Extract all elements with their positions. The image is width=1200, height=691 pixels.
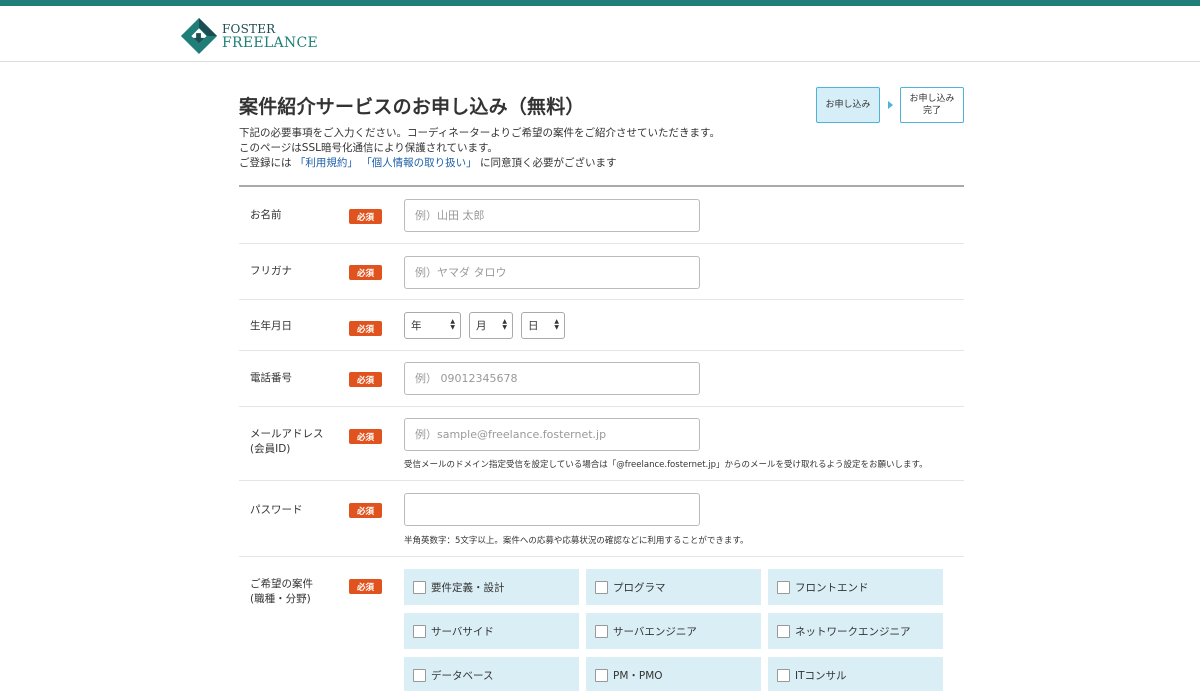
- intro-text: 下記の必要事項をご入力ください。コーディネーターよりご希望の案件をご紹介させてい…: [239, 126, 720, 171]
- checkbox-icon[interactable]: [777, 624, 790, 638]
- step-complete-label-2: 完了: [922, 106, 941, 116]
- required-badge: 必須: [349, 503, 382, 518]
- logo-text-bottom: FREELANCE: [222, 34, 318, 51]
- phone-input[interactable]: [404, 362, 700, 395]
- job-checkbox-grid: 要件定義・設計 プログラマ フロントエンド サーバサイド サーバエンジニア ネッ…: [404, 569, 943, 691]
- required-badge: 必須: [349, 579, 382, 594]
- privacy-link[interactable]: 「個人情報の取り扱い」: [361, 157, 477, 169]
- email-label-line-1: メールアドレス: [250, 428, 324, 440]
- required-badge: 必須: [349, 265, 382, 280]
- required-badge: 必須: [349, 209, 382, 224]
- birth-month-select[interactable]: 月 ▲ ▼: [469, 312, 513, 339]
- email-label: メールアドレス (会員ID): [250, 427, 324, 457]
- password-input[interactable]: [404, 493, 700, 526]
- password-note: 半角英数字：5文字以上。案件への応募や応募状況の確認などに利用することができます…: [404, 536, 749, 546]
- phone-label: 電話番号: [250, 372, 292, 384]
- job-option-database[interactable]: データベース: [404, 657, 579, 691]
- checkbox-icon[interactable]: [777, 668, 790, 682]
- row-name: お名前 必須: [239, 187, 964, 244]
- job-option-pm-pmo[interactable]: PM・PMO: [586, 657, 761, 691]
- site-header: FOSTER FREELANCE: [0, 6, 1200, 62]
- terms-link[interactable]: 「利用規約」: [295, 157, 358, 169]
- row-jobs: ご希望の案件 (職種・分野) 必須 要件定義・設計 プログラマ フロントエンド …: [239, 557, 964, 691]
- password-label: パスワード: [250, 504, 303, 516]
- row-phone: 電話番号 必須: [239, 351, 964, 407]
- job-option-it-consultant[interactable]: ITコンサル: [768, 657, 943, 691]
- job-option-requirements[interactable]: 要件定義・設計: [404, 569, 579, 605]
- job-option-label: サーバエンジニア: [613, 625, 697, 638]
- logo-text-top: FOSTER: [222, 21, 276, 36]
- checkbox-icon[interactable]: [413, 580, 426, 594]
- name-input[interactable]: [404, 199, 700, 232]
- checkbox-icon[interactable]: [777, 580, 790, 594]
- application-form: お名前 必須 フリガナ 必須 生年月日 必須 年 ▲▼ 月 ▲▼ 日 ▲▼ 電話…: [239, 185, 964, 691]
- step-apply-label: お申し込み: [825, 100, 871, 110]
- job-option-label: サーバサイド: [431, 625, 494, 638]
- step-complete-label-1: お申し込み: [909, 94, 955, 104]
- checkbox-icon[interactable]: [595, 668, 608, 682]
- job-option-server-engineer[interactable]: サーバエンジニア: [586, 613, 761, 649]
- row-email: メールアドレス (会員ID) 必須 受信メールのドメイン指定受信を設定している場…: [239, 407, 964, 481]
- progress-steps: お申し込み お申し込み 完了: [816, 87, 964, 123]
- row-furigana: フリガナ 必須: [239, 244, 964, 300]
- logo[interactable]: FOSTER FREELANCE: [180, 16, 318, 56]
- required-badge: 必須: [349, 429, 382, 444]
- required-badge: 必須: [349, 321, 382, 336]
- jobs-label-line-2: (職種・分野): [250, 593, 311, 605]
- birthdate-label: 生年月日: [250, 320, 292, 332]
- row-birthdate: 生年月日 必須 年 ▲ ▼ 月 ▲ ▼ 日 ▲ ▼: [239, 300, 964, 351]
- birth-day-value: 日: [528, 320, 539, 332]
- intro-line-1: 下記の必要事項をご入力ください。コーディネーターよりご希望の案件をご紹介させてい…: [239, 127, 721, 139]
- email-label-line-2: (会員ID): [250, 443, 291, 455]
- birth-year-value: 年: [411, 320, 422, 332]
- birth-day-select[interactable]: 日 ▲ ▼: [521, 312, 565, 339]
- job-option-label: ネットワークエンジニア: [795, 625, 911, 638]
- job-option-label: データベース: [431, 669, 494, 682]
- job-option-label: プログラマ: [613, 581, 666, 594]
- step-arrow-icon: [880, 101, 900, 109]
- row-password: パスワード 必須 半角英数字：5文字以上。案件への応募や応募状況の確認などに利用…: [239, 481, 964, 557]
- intro-line-3: ご登録には 「利用規約」 「個人情報の取り扱い」 に同意頂く必要がございます: [239, 156, 720, 171]
- checkbox-icon[interactable]: [413, 668, 426, 682]
- required-badge: 必須: [349, 372, 382, 387]
- step-complete: お申し込み 完了: [900, 87, 964, 123]
- job-option-frontend[interactable]: フロントエンド: [768, 569, 943, 605]
- jobs-label: ご希望の案件 (職種・分野): [250, 577, 313, 607]
- job-option-programmer[interactable]: プログラマ: [586, 569, 761, 605]
- job-option-label: PM・PMO: [613, 669, 663, 682]
- step-apply: お申し込み: [816, 87, 880, 123]
- email-input[interactable]: [404, 418, 700, 451]
- furigana-label: フリガナ: [250, 265, 292, 277]
- intro-line-2: このページはSSL暗号化通信により保護されています。: [239, 142, 498, 154]
- select-arrows-icon: ▲ ▼: [450, 318, 455, 331]
- job-option-network-engineer[interactable]: ネットワークエンジニア: [768, 613, 943, 649]
- birth-month-value: 月: [476, 320, 487, 332]
- select-arrows-icon: ▲ ▼: [502, 318, 507, 331]
- job-option-label: ITコンサル: [795, 669, 847, 682]
- name-label: お名前: [250, 209, 282, 221]
- checkbox-icon[interactable]: [595, 580, 608, 594]
- intro-line-3-suffix: に同意頂く必要がございます: [480, 157, 617, 169]
- job-option-label: 要件定義・設計: [431, 581, 505, 594]
- page-title: 案件紹介サービスのお申し込み（無料）: [239, 96, 585, 118]
- birth-year-select[interactable]: 年 ▲ ▼: [404, 312, 461, 339]
- intro-line-3-prefix: ご登録には: [239, 157, 292, 169]
- email-note: 受信メールのドメイン指定受信を設定している場合は「@freelance.fost…: [404, 460, 928, 470]
- furigana-input[interactable]: [404, 256, 700, 289]
- logo-diamond-icon: [180, 17, 218, 55]
- checkbox-icon[interactable]: [413, 624, 426, 638]
- checkbox-icon[interactable]: [595, 624, 608, 638]
- job-option-serverside[interactable]: サーバサイド: [404, 613, 579, 649]
- jobs-label-line-1: ご希望の案件: [250, 578, 313, 590]
- select-arrows-icon: ▲ ▼: [554, 318, 559, 331]
- job-option-label: フロントエンド: [795, 581, 869, 594]
